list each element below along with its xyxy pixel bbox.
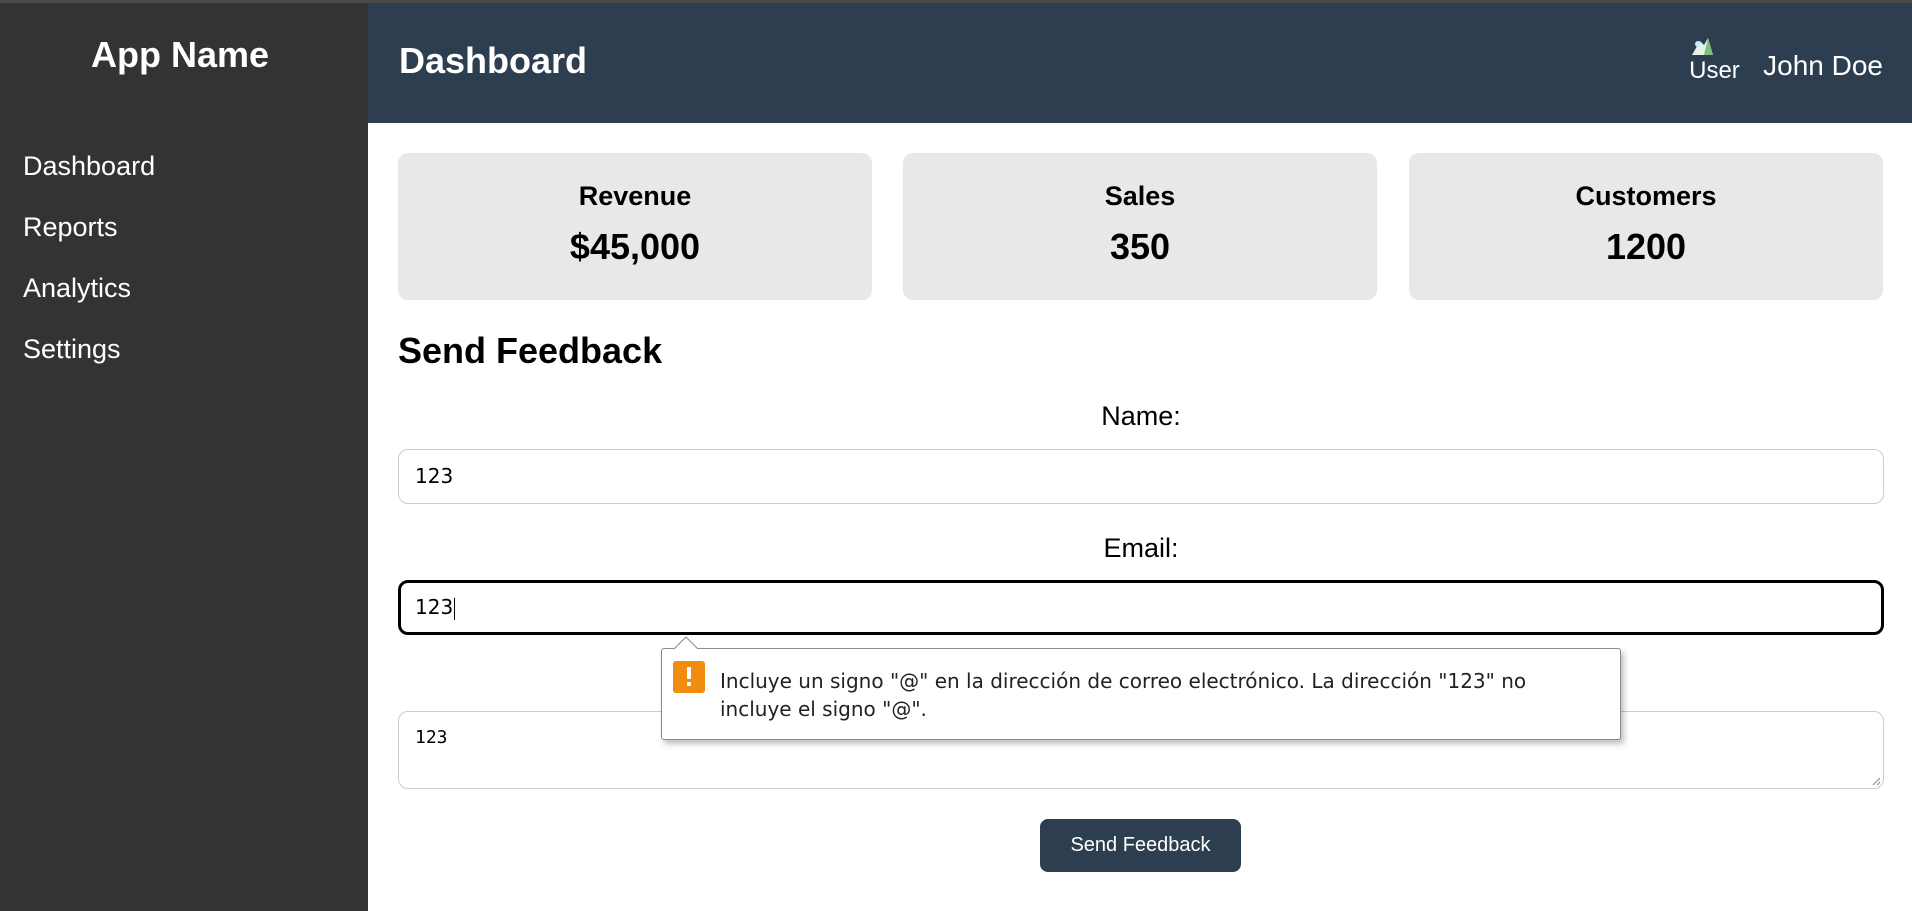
- email-input-value: 123: [415, 595, 454, 619]
- text-caret: [454, 597, 456, 620]
- avatar[interactable]: User: [1687, 35, 1743, 89]
- email-label: Email:: [1103, 533, 1179, 563]
- tooltip-arrow: [674, 636, 698, 649]
- stat-card-value: 350: [1109, 226, 1171, 267]
- stat-card-revenue: Revenue $45,000: [398, 153, 872, 300]
- stat-card-value: 1200: [1605, 226, 1687, 267]
- app-root: App Name Dashboard Reports Analytics Set…: [0, 0, 1912, 911]
- avatar-alt-text: User: [1689, 57, 1740, 84]
- stat-card-label: Sales: [1104, 181, 1176, 211]
- broken-image-icon: [1692, 38, 1714, 55]
- user-menu[interactable]: User John Doe: [1687, 35, 1883, 89]
- name-input[interactable]: 123: [398, 449, 1884, 504]
- stat-card-label: Revenue: [578, 181, 692, 211]
- sidebar-item-settings[interactable]: Settings: [23, 331, 155, 392]
- sidebar: App Name Dashboard Reports Analytics Set…: [0, 3, 368, 911]
- send-feedback-button[interactable]: Send Feedback: [1040, 819, 1241, 872]
- app-name: App Name: [90, 34, 270, 75]
- main-content: Revenue $45,000 Sales 350 Customers 1200…: [368, 123, 1912, 911]
- page-title: Dashboard: [399, 40, 588, 81]
- stat-card-sales: Sales 350: [903, 153, 1377, 300]
- stat-card-label: Customers: [1575, 181, 1717, 211]
- sidebar-item-reports[interactable]: Reports: [23, 209, 155, 270]
- validation-message: Incluye un signo "@" en la dirección de …: [720, 669, 1527, 721]
- name-label: Name:: [1101, 401, 1181, 431]
- email-input[interactable]: 123: [398, 580, 1884, 635]
- sidebar-item-dashboard[interactable]: Dashboard: [23, 148, 155, 209]
- sidebar-item-analytics[interactable]: Analytics: [23, 270, 155, 331]
- stat-card-customers: Customers 1200: [1409, 153, 1883, 300]
- name-input-value: 123: [415, 464, 454, 488]
- top-header: Dashboard User John Doe: [368, 3, 1912, 123]
- validation-tooltip: Incluye un signo "@" en la dirección de …: [661, 636, 1621, 740]
- sidebar-nav: Dashboard Reports Analytics Settings: [23, 148, 155, 392]
- message-textarea-value: 123: [415, 727, 448, 748]
- feedback-section-title: Send Feedback: [398, 330, 663, 371]
- warning-icon: [673, 661, 705, 693]
- user-name: John Doe: [1763, 50, 1883, 81]
- stat-card-value: $45,000: [569, 226, 701, 267]
- resize-grip-icon[interactable]: [1871, 776, 1881, 786]
